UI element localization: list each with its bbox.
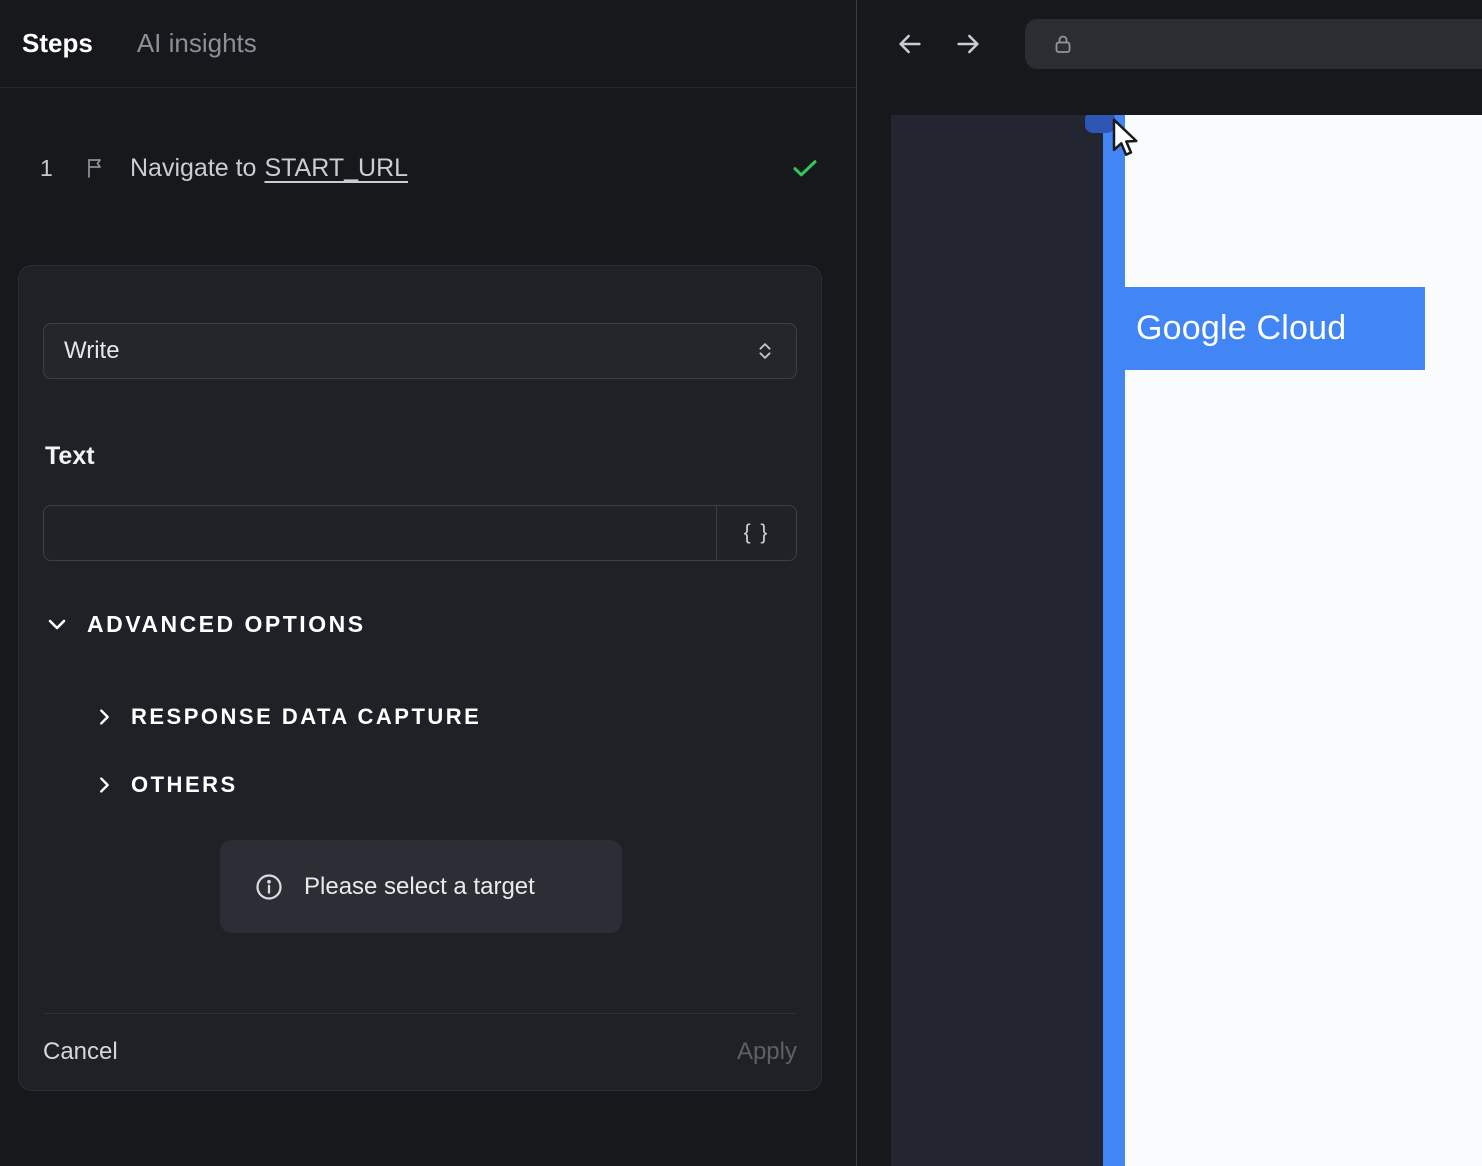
cancel-button[interactable]: Cancel <box>43 1038 118 1066</box>
apply-button[interactable]: Apply <box>737 1038 797 1066</box>
select-updown-icon <box>754 340 776 362</box>
response-data-capture-toggle[interactable]: RESPONSE DATA CAPTURE <box>93 698 481 736</box>
panel-tabs: Steps AI insights <box>0 0 856 88</box>
text-input[interactable] <box>44 506 716 560</box>
action-select[interactable]: Write <box>43 323 797 379</box>
url-bar[interactable] <box>1025 19 1482 69</box>
editor-footer: Cancel Apply <box>19 1014 821 1090</box>
info-icon <box>254 872 284 902</box>
step-action-label: Navigate to <box>130 153 257 182</box>
chevron-right-icon <box>93 774 115 796</box>
highlighted-element-label: Google Cloud <box>1136 309 1347 347</box>
advanced-options-toggle[interactable]: ADVANCED OPTIONS <box>45 604 366 644</box>
highlighted-element[interactable]: Google Cloud <box>1118 287 1425 370</box>
page-preview-viewport[interactable]: Google Cloud <box>891 115 1482 1166</box>
step-target-link[interactable]: START_URL <box>264 154 408 183</box>
action-select-value: Write <box>64 337 120 364</box>
flag-icon <box>84 156 108 180</box>
response-data-capture-label: RESPONSE DATA CAPTURE <box>131 704 482 729</box>
chevron-right-icon <box>93 706 115 728</box>
lock-icon <box>1051 32 1075 56</box>
step-number: 1 <box>40 154 53 181</box>
page-dark-region <box>891 115 1103 1166</box>
element-highlight-strip[interactable] <box>1103 115 1125 1166</box>
others-toggle[interactable]: OTHERS <box>93 766 238 804</box>
steps-panel: Steps AI insights 1 Navigate to START_UR… <box>0 0 857 1166</box>
page-content-region <box>1125 115 1482 1166</box>
select-target-toast: Please select a target <box>220 840 622 933</box>
step-row[interactable]: 1 Navigate to START_URL <box>0 146 820 190</box>
insert-variable-button[interactable]: { } <box>716 506 796 560</box>
mouse-cursor-icon <box>1104 117 1144 166</box>
back-arrow-icon[interactable] <box>894 28 926 60</box>
step-editor-card: Write Text { } ADVANCED OPTIONS RESPONSE… <box>18 265 822 1091</box>
browser-toolbar <box>858 0 1482 88</box>
others-label: OTHERS <box>131 772 238 797</box>
toast-message: Please select a target <box>304 872 535 900</box>
tab-ai-insights[interactable]: AI insights <box>137 28 257 59</box>
success-check-icon <box>790 153 820 183</box>
forward-arrow-icon[interactable] <box>952 28 984 60</box>
text-input-group: { } <box>43 505 797 561</box>
chevron-down-icon <box>45 612 69 636</box>
browser-preview-panel: Google Cloud <box>858 0 1482 1166</box>
text-field-label: Text <box>45 442 95 470</box>
tab-steps[interactable]: Steps <box>22 28 93 59</box>
advanced-options-label: ADVANCED OPTIONS <box>87 610 366 637</box>
